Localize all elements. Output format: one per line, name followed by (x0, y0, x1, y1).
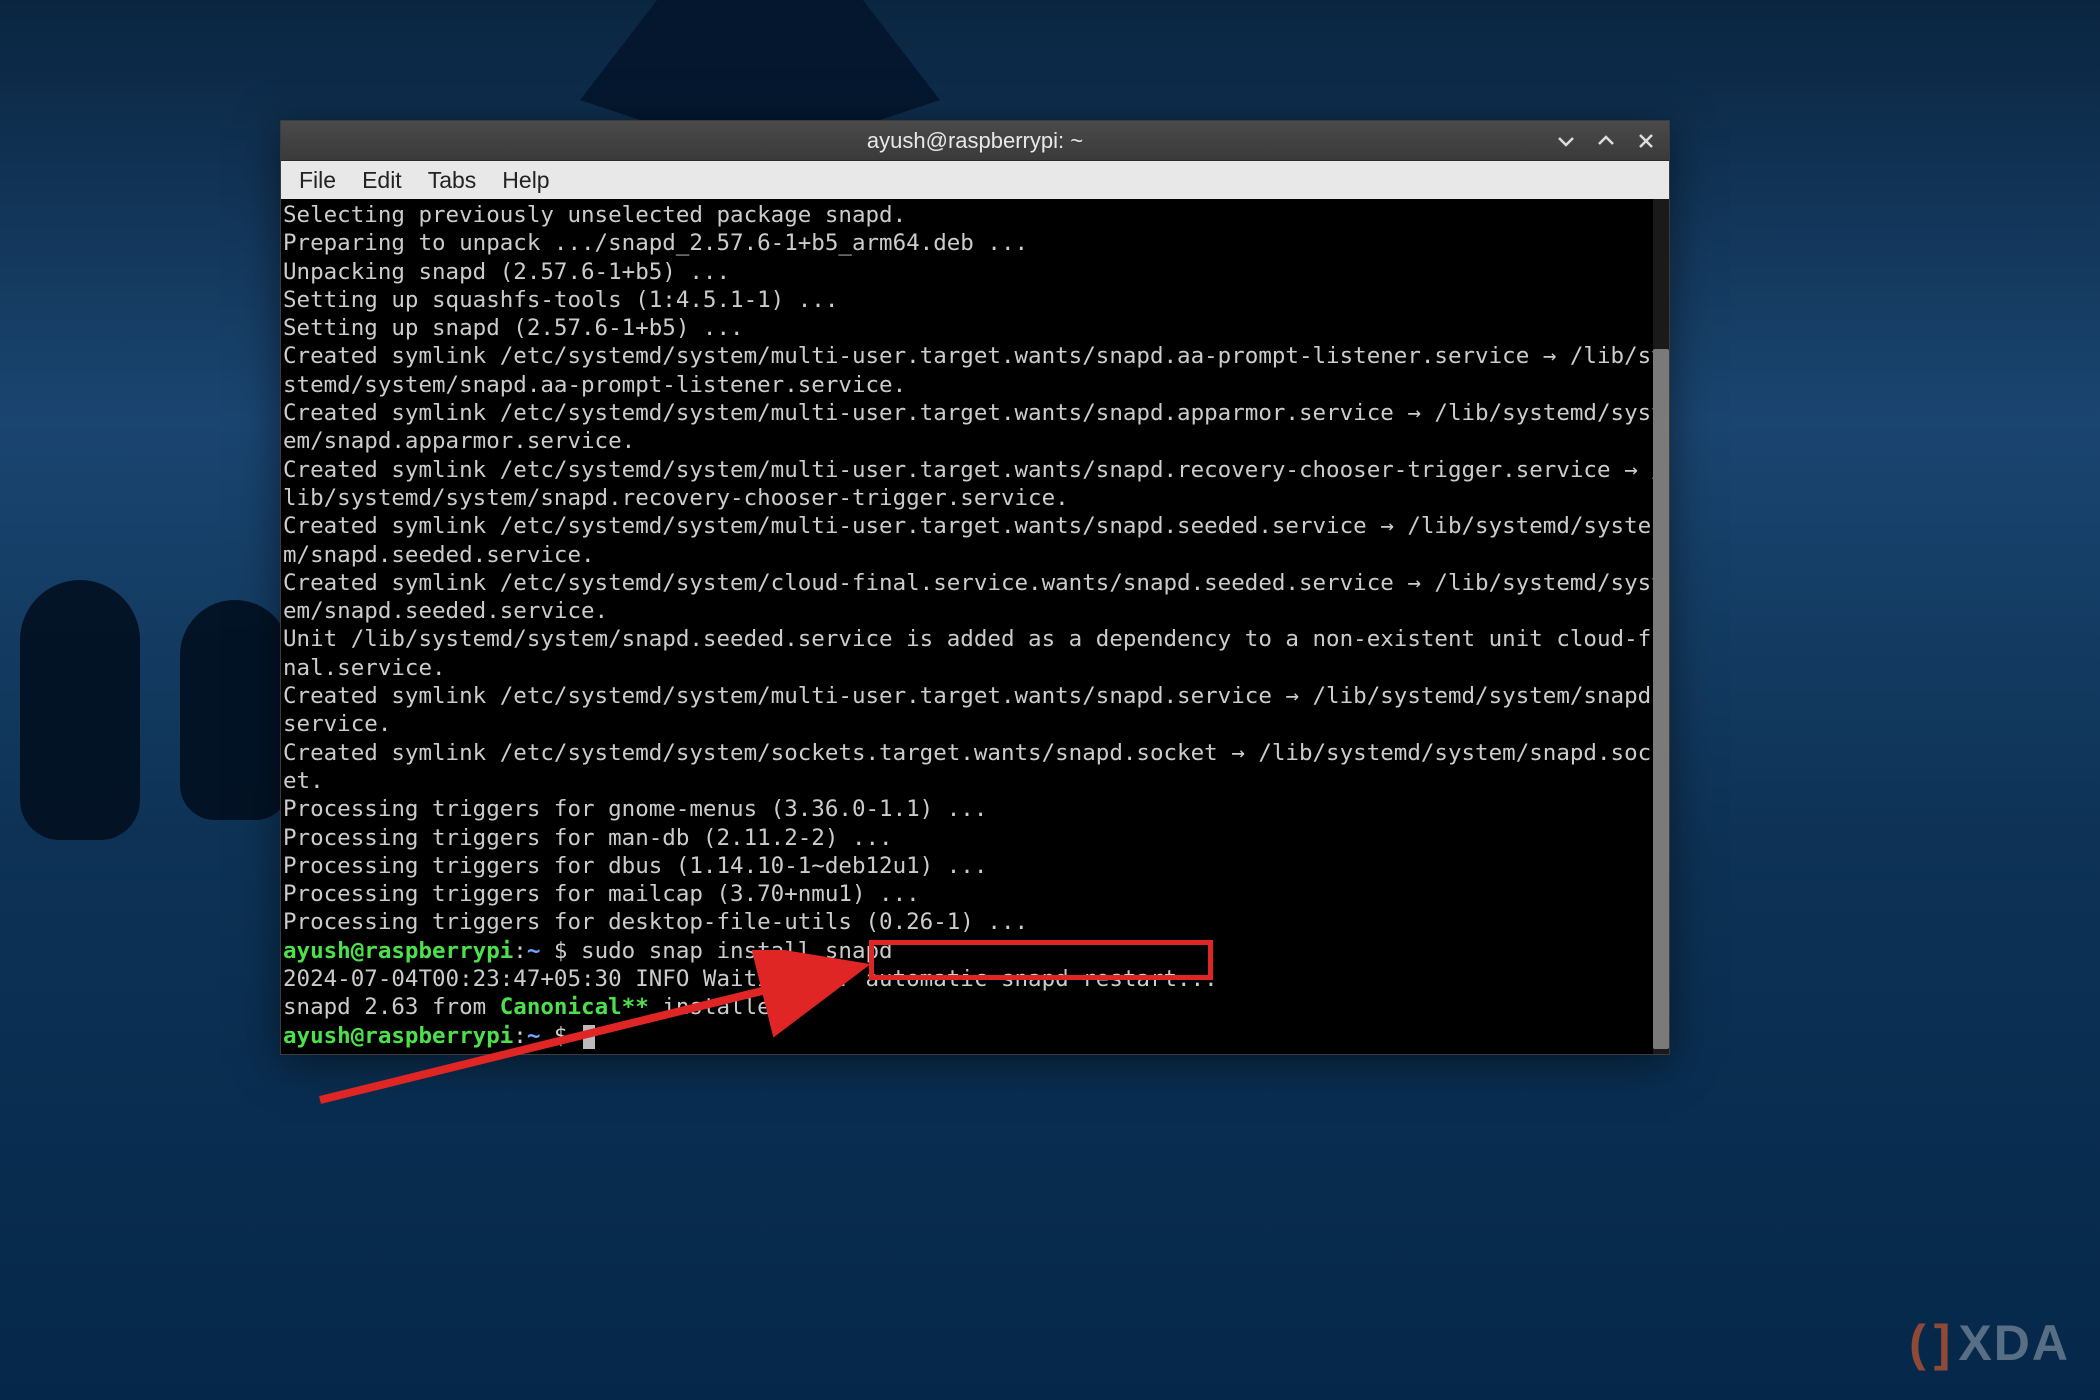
terminal-line-pre: snapd 2.63 from (283, 994, 500, 1020)
menubar: File Edit Tabs Help (281, 161, 1669, 199)
prompt-sep: : (513, 938, 527, 964)
menu-file[interactable]: File (291, 163, 344, 198)
menu-help[interactable]: Help (494, 163, 557, 198)
minimize-button[interactable] (1553, 128, 1579, 154)
menu-tabs[interactable]: Tabs (420, 163, 485, 198)
prompt-sep: : (513, 1023, 527, 1049)
prompt-dollar: $ (540, 1023, 581, 1049)
terminal-line: 2024-07-04T00:23:47+05:30 INFO Waiting f… (283, 966, 1218, 992)
watermark-bracket-icon: ] (1934, 1314, 1953, 1372)
terminal-line-post: installed (649, 994, 784, 1020)
prompt-path: ~ (527, 1023, 541, 1049)
window-controls (1553, 128, 1659, 154)
publisher-name: Canonical** (500, 994, 649, 1020)
background-silhouette-bird (20, 580, 140, 840)
terminal-body[interactable]: Selecting previously unselected package … (281, 199, 1669, 1054)
menu-edit[interactable]: Edit (354, 163, 410, 198)
prompt-path: ~ (527, 938, 541, 964)
window-titlebar[interactable]: ayush@raspberrypi: ~ (281, 121, 1669, 161)
scrollbar[interactable] (1653, 199, 1669, 1054)
watermark-bracket-icon: ( (1909, 1314, 1928, 1372)
close-button[interactable] (1633, 128, 1659, 154)
terminal-window: ayush@raspberrypi: ~ File Edit Tabs Help… (280, 120, 1670, 1055)
maximize-button[interactable] (1593, 128, 1619, 154)
xda-watermark: (]XDA (1909, 1314, 2070, 1372)
window-title: ayush@raspberrypi: ~ (867, 128, 1083, 154)
background-silhouette-bird (180, 600, 290, 820)
prompt-dollar: $ (540, 938, 581, 964)
terminal-output: Selecting previously unselected package … (283, 202, 1665, 935)
command-text: sudo snap install snapd (581, 938, 893, 964)
scrollbar-thumb[interactable] (1653, 349, 1669, 1049)
watermark-text: XDA (1958, 1314, 2070, 1372)
prompt-user: ayush@raspberrypi (283, 938, 513, 964)
prompt-user: ayush@raspberrypi (283, 1023, 513, 1049)
cursor-icon (583, 1025, 595, 1049)
